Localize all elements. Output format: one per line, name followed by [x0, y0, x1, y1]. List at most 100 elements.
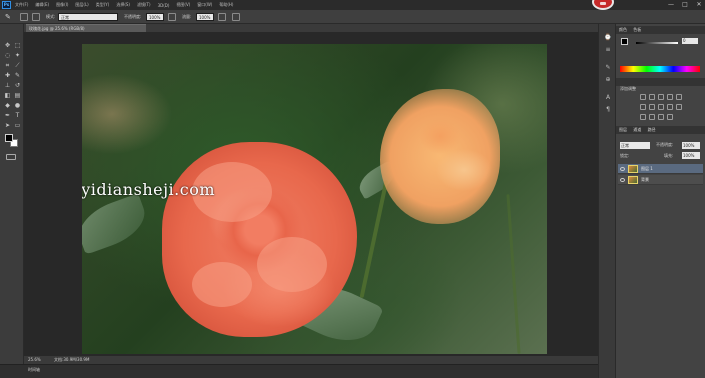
adjustments-title: 添加调整 [620, 86, 636, 91]
path-select-tool-icon[interactable]: ➤ [3, 122, 12, 130]
history-brush-tool-icon[interactable]: ↺ [13, 82, 22, 90]
collapsed-panel-icons: ⌚ ≡ ✎ ⊕ A ¶ [598, 24, 616, 378]
record-indicator-icon [592, 0, 614, 10]
character-icon[interactable]: A [604, 94, 612, 102]
brush-preset-icon[interactable] [20, 13, 28, 21]
move-tool-icon[interactable]: ✥ [3, 42, 12, 50]
gradient-map-adjust-icon[interactable] [667, 114, 673, 120]
menu-window[interactable]: 窗口(W) [197, 2, 212, 8]
right-panels: 颜色 色板 0 添加调整 图层 通道 路径 正常 不透明度: 100% 锁定: … [616, 24, 705, 378]
blend-mode-select[interactable]: 正常 [620, 142, 650, 149]
layer-row[interactable]: 背景 [618, 175, 703, 185]
quick-mask-icon[interactable] [6, 154, 16, 160]
menu-select[interactable]: 选择(S) [116, 2, 130, 8]
gray-slider-value[interactable]: 0 [682, 38, 698, 44]
tab-channels[interactable]: 通道 [633, 127, 641, 132]
layer-thumbnail [628, 176, 638, 184]
color-balance-adjust-icon[interactable] [649, 104, 655, 110]
pen-tool-icon[interactable]: ✒ [3, 112, 12, 120]
foreground-color-swatch[interactable] [5, 134, 13, 142]
photo-filter-adjust-icon[interactable] [667, 104, 673, 110]
clone-source-icon[interactable]: ⊕ [604, 76, 612, 84]
crop-tool-icon[interactable]: ⌗ [3, 62, 12, 70]
blur-tool-icon[interactable]: ◆ [3, 102, 12, 110]
menu-type[interactable]: 类型(Y) [96, 2, 110, 8]
channel-mixer-adjust-icon[interactable] [676, 104, 682, 110]
brush-settings-icon[interactable]: ✎ [604, 64, 612, 72]
layer-opacity-input[interactable]: 100% [682, 142, 700, 149]
type-tool-icon[interactable]: T [13, 112, 22, 120]
color-panel-header: 颜色 色板 [616, 26, 705, 34]
exposure-adjust-icon[interactable] [667, 94, 673, 100]
airbrush-icon[interactable] [218, 13, 226, 21]
clone-stamp-tool-icon[interactable]: ⊥ [3, 82, 12, 90]
minimize-button[interactable]: — [667, 1, 675, 8]
invert-adjust-icon[interactable] [640, 114, 646, 120]
lasso-tool-icon[interactable]: ◌ [3, 52, 12, 60]
threshold-adjust-icon[interactable] [658, 114, 664, 120]
brightness-adjust-icon[interactable] [640, 94, 646, 100]
posterize-adjust-icon[interactable] [649, 114, 655, 120]
visibility-eye-icon[interactable] [620, 178, 625, 182]
zoom-level[interactable]: 25.6% [28, 356, 41, 364]
pressure-opacity-icon[interactable] [168, 13, 176, 21]
dodge-tool-icon[interactable]: ● [13, 102, 22, 110]
menu-file[interactable]: 文件(F) [15, 2, 28, 8]
flow-input[interactable]: 100% [196, 13, 214, 21]
tools-panel: ✥ ⬚ ◌ ✦ ⌗ ⟋ ✚ ✎ ⊥ ↺ ◧ ▤ ◆ ● ✒ T ➤ ▭ [0, 24, 24, 364]
adjustments-panel-header [616, 78, 705, 86]
timeline-tab[interactable]: 时间轴 [28, 367, 40, 373]
tab-paths[interactable]: 路径 [648, 127, 656, 132]
gray-slider[interactable] [636, 42, 678, 44]
stem-shape [506, 194, 521, 354]
curves-adjust-icon[interactable] [658, 94, 664, 100]
opacity-input[interactable]: 100% [146, 13, 164, 21]
eyedropper-tool-icon[interactable]: ⟋ [13, 62, 22, 70]
visibility-eye-icon[interactable] [620, 167, 625, 171]
document-tab[interactable]: 玫瑰花.jpg @ 25.6% (RGB/8) [26, 24, 146, 32]
fill-input[interactable]: 100% [682, 152, 700, 159]
timeline-panel: 时间轴 [0, 364, 598, 378]
vibrance-adjust-icon[interactable] [676, 94, 682, 100]
petal-highlight [257, 237, 327, 292]
gradient-tool-icon[interactable]: ▤ [13, 92, 22, 100]
color-spectrum-bar[interactable] [620, 66, 700, 72]
brush-panel-icon[interactable] [32, 13, 40, 21]
menu-edit[interactable]: 编辑(E) [35, 2, 49, 8]
menu-bar: Ps 文件(F) 编辑(E) 图像(I) 图层(L) 类型(Y) 选择(S) 滤… [0, 0, 705, 10]
history-icon[interactable]: ⌚ [604, 34, 612, 42]
eraser-tool-icon[interactable]: ◧ [3, 92, 12, 100]
menu-image[interactable]: 图像(I) [56, 2, 68, 8]
menu-3d[interactable]: 3D(D) [158, 3, 170, 8]
brush-tool-icon[interactable]: ✎ [5, 13, 11, 21]
marquee-tool-icon[interactable]: ⬚ [13, 42, 22, 50]
layer-thumbnail [628, 165, 638, 173]
image-canvas[interactable]: www.haoyidiansheji.com [82, 44, 547, 354]
shape-tool-icon[interactable]: ▭ [13, 122, 22, 130]
layer-name: 图层 1 [641, 166, 653, 171]
hue-adjust-icon[interactable] [640, 104, 646, 110]
close-button[interactable]: ✕ [695, 1, 703, 8]
color-panel-foreground-swatch[interactable] [621, 38, 628, 45]
layer-row[interactable]: 图层 1 [618, 164, 703, 174]
tab-swatches[interactable]: 色板 [633, 27, 641, 32]
menu-view[interactable]: 视图(V) [176, 2, 190, 8]
menu-layer[interactable]: 图层(L) [75, 2, 88, 8]
tab-color[interactable]: 颜色 [619, 27, 627, 32]
maximize-button[interactable]: □ [681, 1, 689, 8]
menu-filter[interactable]: 滤镜(T) [137, 2, 151, 8]
paragraph-icon[interactable]: ¶ [604, 106, 612, 114]
quick-select-tool-icon[interactable]: ✦ [13, 52, 22, 60]
black-white-adjust-icon[interactable] [658, 104, 664, 110]
levels-adjust-icon[interactable] [649, 94, 655, 100]
healing-brush-tool-icon[interactable]: ✚ [3, 72, 12, 80]
pressure-size-icon[interactable] [232, 13, 240, 21]
properties-icon[interactable]: ≡ [604, 46, 612, 54]
menu-help[interactable]: 帮助(H) [219, 2, 233, 8]
tab-layers[interactable]: 图层 [619, 127, 627, 132]
status-bar: 25.6% 文档:30.9M/30.9M [24, 356, 598, 364]
watermark-text: www.haoyidiansheji.com [82, 180, 216, 199]
brush-tool-icon[interactable]: ✎ [13, 72, 22, 80]
lock-label: 锁定: [620, 153, 630, 158]
mode-select[interactable]: 正常 [58, 13, 118, 21]
